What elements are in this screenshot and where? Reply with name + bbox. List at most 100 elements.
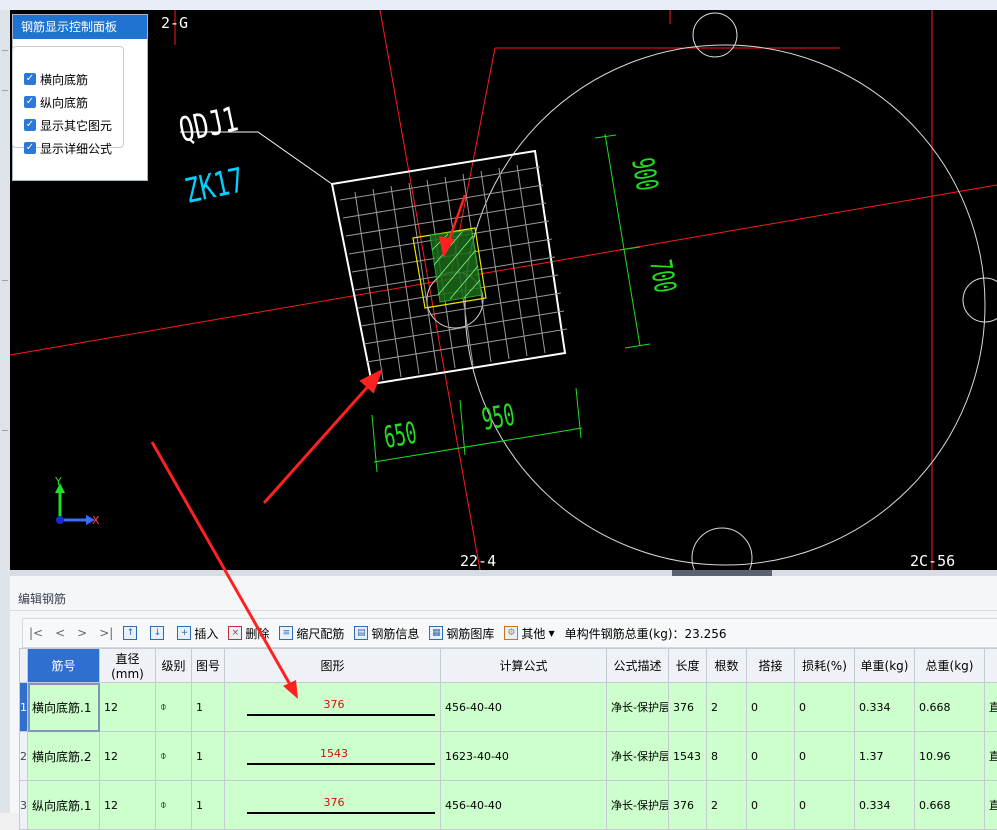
loss-cell[interactable]: 0: [795, 732, 855, 781]
diameter-cell[interactable]: 12: [100, 683, 156, 732]
rebar-info-button[interactable]: ▤钢筋信息: [354, 625, 419, 642]
col-header-lap[interactable]: 搭接: [747, 649, 795, 683]
col-header-formula-desc[interactable]: 公式描述: [607, 649, 669, 683]
row-number[interactable]: 2: [20, 732, 28, 781]
delete-label: 删除: [245, 625, 269, 642]
checkbox-checked-icon[interactable]: ✓: [24, 142, 36, 154]
col-header-figure-no[interactable]: 图号: [192, 649, 225, 683]
nav-prev-button[interactable]: <: [55, 626, 65, 640]
grade-cell[interactable]: ⌽: [156, 732, 192, 781]
overflow-cell[interactable]: 直: [985, 732, 997, 781]
figure-no-cell[interactable]: 1: [192, 732, 225, 781]
cad-viewport[interactable]: QDJ1 ZK17 2-G 22-4 2C-56 900 700 650 950…: [10, 10, 997, 570]
col-header-length[interactable]: 长度: [669, 649, 707, 683]
bar-name-cell[interactable]: 横向底筋.2: [28, 732, 100, 781]
shape-cell[interactable]: 1543: [225, 732, 441, 781]
left-strip-divider: [2, 430, 8, 431]
lap-cell[interactable]: 0: [747, 683, 795, 732]
gear-document-icon: ⚙: [504, 626, 518, 640]
col-header-loss[interactable]: 损耗(%): [795, 649, 855, 683]
diameter-cell[interactable]: 12: [100, 781, 156, 830]
column-hatch: [430, 230, 482, 302]
figure-no-cell[interactable]: 1: [192, 781, 225, 830]
move-up-button[interactable]: ↑: [123, 626, 140, 640]
formula-desc-cell[interactable]: 净长-保护层-保护层: [607, 732, 669, 781]
table-row[interactable]: 2 横向底筋.2 12 ⌽ 1 1543 1623-40-40 净长-保护层-保…: [20, 732, 997, 781]
axis-label-bottom-right: 2C-56: [910, 552, 955, 570]
formula-desc-cell[interactable]: 净长-保护层-保护层: [607, 683, 669, 732]
option-show-other-elements[interactable]: ✓ 显示其它图元: [24, 115, 112, 135]
formula-cell[interactable]: 456-40-40: [441, 781, 607, 830]
row-number[interactable]: 1: [20, 683, 28, 732]
length-cell[interactable]: 376: [669, 683, 707, 732]
unit-weight-cell[interactable]: 0.334: [855, 683, 915, 732]
overflow-cell[interactable]: 直: [985, 683, 997, 732]
total-weight-cell[interactable]: 0.668: [915, 683, 985, 732]
checkbox-checked-icon[interactable]: ✓: [24, 119, 36, 131]
table-row[interactable]: 1 横向底筋.1 12 ⌽ 1 376 456-40-40 净长-保护层-保护层…: [20, 683, 997, 732]
grade-cell[interactable]: ⌽: [156, 781, 192, 830]
bar-name-cell[interactable]: 横向底筋.1: [28, 683, 100, 732]
col-header-formula[interactable]: 计算公式: [441, 649, 607, 683]
nav-last-button[interactable]: >|: [99, 626, 113, 640]
other-dropdown-button[interactable]: ⚙其他▼: [504, 625, 554, 642]
formula-cell[interactable]: 456-40-40: [441, 683, 607, 732]
length-cell[interactable]: 1543: [669, 732, 707, 781]
formula-desc-cell[interactable]: 净长-保护层-保护层: [607, 781, 669, 830]
checkbox-checked-icon[interactable]: ✓: [24, 73, 36, 85]
shape-cell[interactable]: 376: [225, 683, 441, 732]
loss-cell[interactable]: 0: [795, 781, 855, 830]
other-label: 其他: [521, 625, 545, 642]
nav-next-button[interactable]: >: [77, 626, 87, 640]
grade-cell[interactable]: ⌽: [156, 683, 192, 732]
col-header-total-weight[interactable]: 总重(kg): [915, 649, 985, 683]
length-cell[interactable]: 376: [669, 781, 707, 830]
move-down-button[interactable]: ↓: [150, 626, 167, 640]
count-cell[interactable]: 2: [707, 781, 747, 830]
figure-no-cell[interactable]: 1: [192, 683, 225, 732]
col-header-unit-weight[interactable]: 单重(kg): [855, 649, 915, 683]
ucs-icon: Y X: [54, 475, 100, 527]
table-row[interactable]: 3 纵向底筋.1 12 ⌽ 1 376 456-40-40 净长-保护层-保护层…: [20, 781, 997, 830]
overflow-cell[interactable]: 直: [985, 781, 997, 830]
unit-weight-cell[interactable]: 0.334: [855, 781, 915, 830]
diameter-cell[interactable]: 12: [100, 732, 156, 781]
insert-label: 插入: [194, 625, 218, 642]
dim-ext: [620, 247, 640, 250]
option-vertical-bottom-rebar[interactable]: ✓ 纵向底筋: [24, 92, 88, 112]
move-up-icon: ↑: [123, 626, 137, 640]
lap-cell[interactable]: 0: [747, 732, 795, 781]
bar-name-cell[interactable]: 纵向底筋.1: [28, 781, 100, 830]
col-header-bar-no[interactable]: 筋号: [28, 649, 100, 683]
row-number[interactable]: 3: [20, 781, 28, 830]
rebar-library-button[interactable]: ▦钢筋图库: [429, 625, 494, 642]
checkbox-checked-icon[interactable]: ✓: [24, 96, 36, 108]
shape-length: 1543: [229, 747, 439, 760]
nav-first-button[interactable]: |<: [29, 626, 43, 640]
delete-button[interactable]: ×删除: [228, 625, 269, 642]
cad-drawing: QDJ1 ZK17 2-G 22-4 2C-56 900 700 650 950…: [10, 10, 997, 570]
editor-divider: [10, 610, 997, 611]
table-header-row: 筋号 直径(mm) 级别 图号 图形 计算公式 公式描述 长度 根数 搭接 损耗…: [20, 649, 997, 683]
small-circle-top: [693, 13, 737, 57]
lap-cell[interactable]: 0: [747, 781, 795, 830]
col-header-count[interactable]: 根数: [707, 649, 747, 683]
loss-cell[interactable]: 0: [795, 683, 855, 732]
option-horizontal-bottom-rebar[interactable]: ✓ 横向底筋: [24, 69, 88, 89]
unit-weight-cell[interactable]: 1.37: [855, 732, 915, 781]
col-header-grade[interactable]: 级别: [156, 649, 192, 683]
dim-ext: [460, 400, 465, 455]
insert-button[interactable]: +插入: [177, 625, 218, 642]
library-label: 钢筋图库: [446, 625, 494, 642]
option-show-detailed-formula[interactable]: ✓ 显示详细公式: [24, 138, 112, 158]
editor-title: 编辑钢筋: [18, 590, 66, 607]
formula-cell[interactable]: 1623-40-40: [441, 732, 607, 781]
col-header-shape[interactable]: 图形: [225, 649, 441, 683]
count-cell[interactable]: 2: [707, 683, 747, 732]
count-cell[interactable]: 8: [707, 732, 747, 781]
total-weight-cell[interactable]: 10.96: [915, 732, 985, 781]
total-weight-cell[interactable]: 0.668: [915, 781, 985, 830]
shape-cell[interactable]: 376: [225, 781, 441, 830]
scaled-rebar-button[interactable]: ≡缩尺配筋: [279, 625, 344, 642]
col-header-diameter[interactable]: 直径(mm): [100, 649, 156, 683]
